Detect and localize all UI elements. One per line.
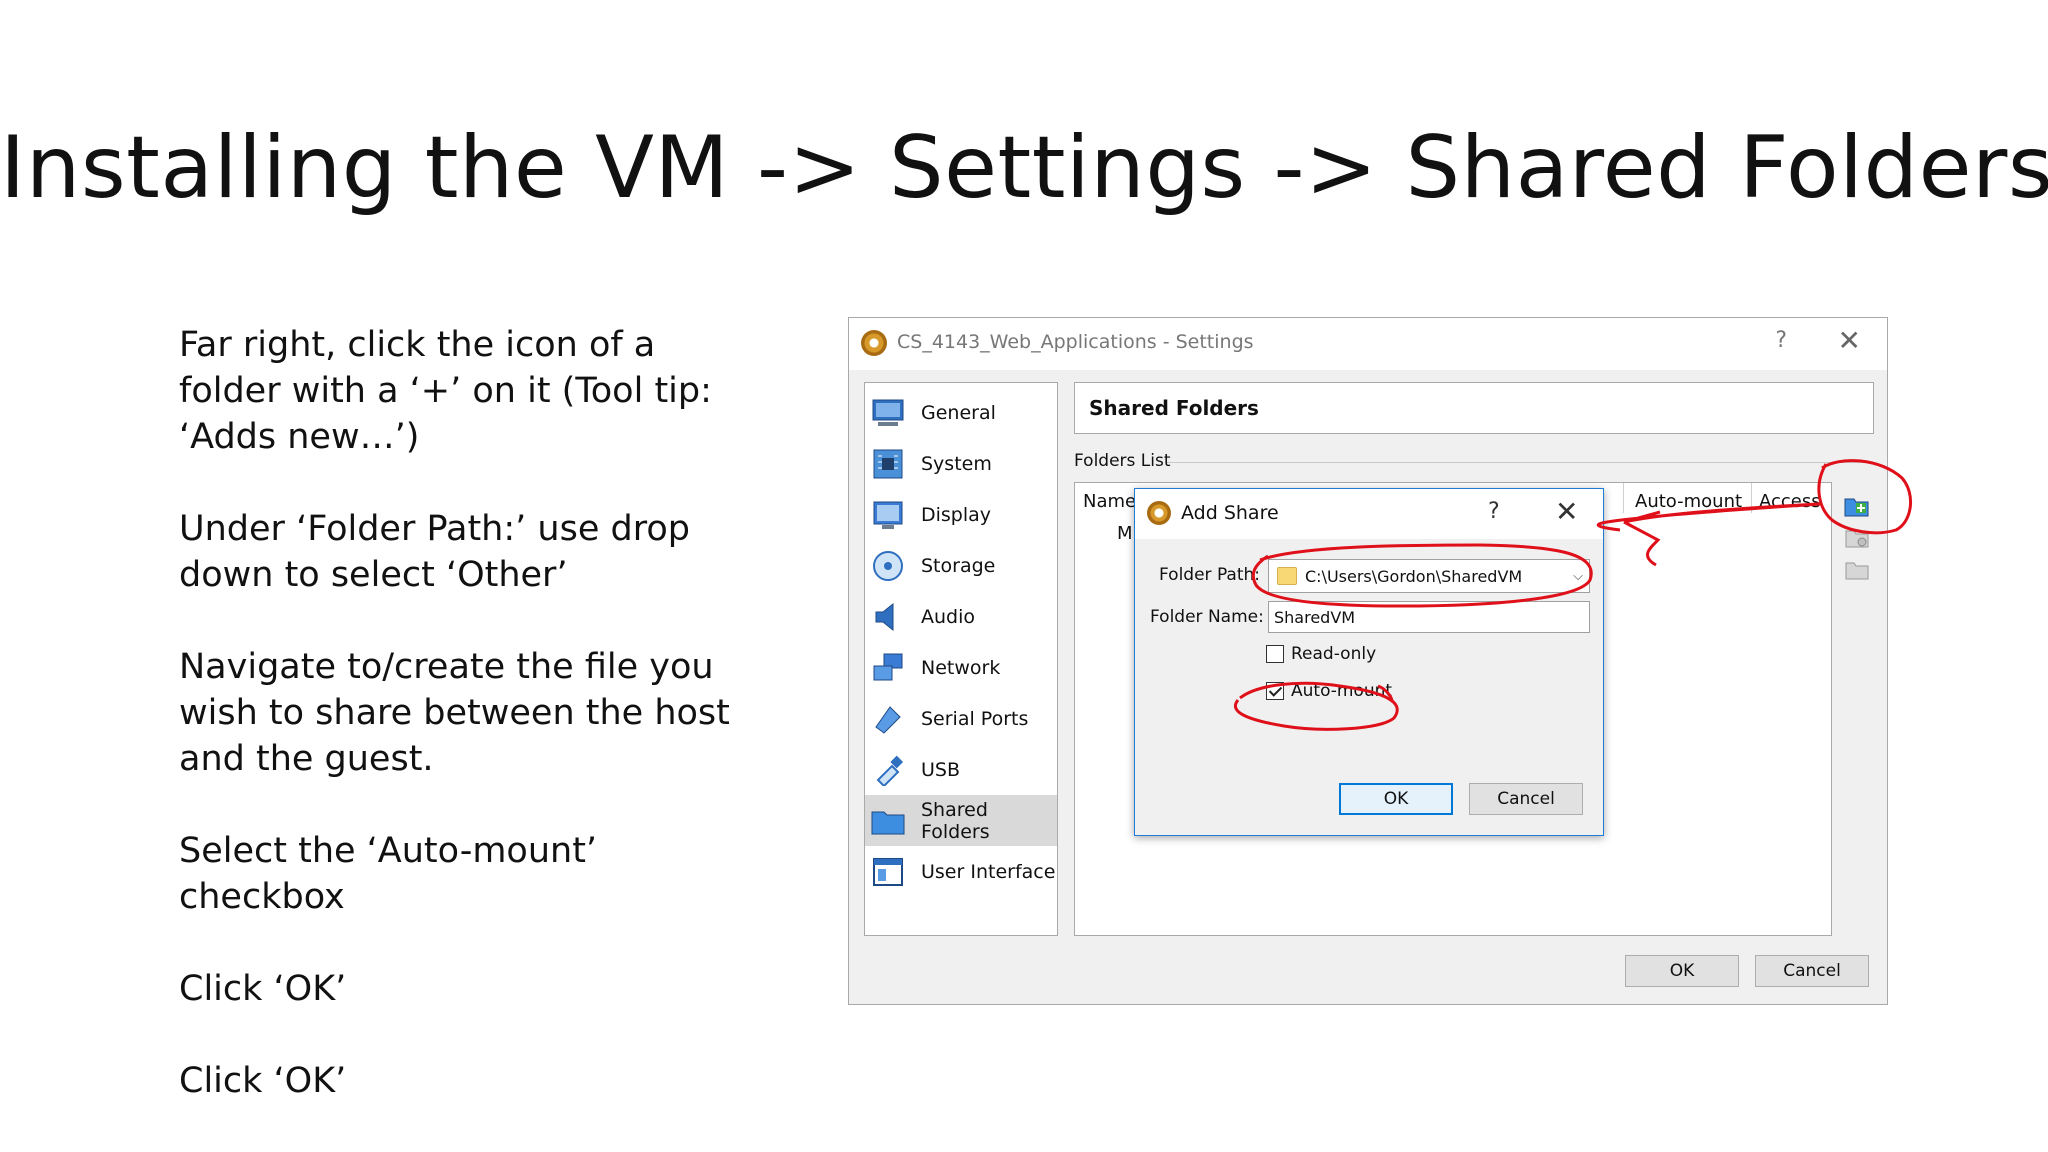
settings-ok-button[interactable]: OK xyxy=(1625,955,1739,987)
nav-item-usb[interactable]: USB xyxy=(865,744,1057,795)
folder-add-icon xyxy=(1844,498,1869,517)
column-header-name[interactable]: Name xyxy=(1083,491,1136,512)
nav-item-general[interactable]: General xyxy=(865,387,1057,438)
folder-icon xyxy=(1277,567,1297,585)
virtualbox-app-icon xyxy=(1147,501,1171,525)
nav-item-storage[interactable]: Storage xyxy=(865,540,1057,591)
settings-titlebar: CS_4143_Web_Applications - Settings ? ✕ xyxy=(849,318,1887,370)
slide-title: Installing the VM -> Settings -> Shared … xyxy=(0,118,2048,218)
settings-nav: General System Display Storage Audio Net… xyxy=(864,382,1058,936)
folder-name-label: Folder Name: xyxy=(1150,607,1264,627)
usb-icon xyxy=(871,753,905,787)
auto-mount-checkbox-box[interactable] xyxy=(1266,682,1284,700)
folder-path-dropdown[interactable]: C:\Users\Gordon\SharedVM ⌵ xyxy=(1268,559,1590,593)
dialog-cancel-button[interactable]: Cancel xyxy=(1469,783,1583,815)
nav-label: System xyxy=(921,452,992,475)
user-interface-icon xyxy=(871,855,905,889)
shared-folders-icon xyxy=(871,804,905,838)
nav-label: Storage xyxy=(921,554,996,577)
dialog-help-button[interactable]: ? xyxy=(1488,499,1500,524)
help-button[interactable]: ? xyxy=(1775,328,1787,353)
audio-icon xyxy=(871,600,905,634)
window-title: CS_4143_Web_Applications - Settings xyxy=(897,331,1254,353)
virtualbox-app-icon xyxy=(861,330,887,356)
instruction-step: Select the ‘Auto-mount’ checkbox xyxy=(179,831,598,917)
instruction-step: Click ‘OK’ xyxy=(179,1061,347,1101)
section-title: Shared Folders xyxy=(1089,396,1259,420)
nav-label: Network xyxy=(921,656,1001,679)
dialog-titlebar: Add Share ? ✕ xyxy=(1135,489,1603,539)
edit-folder-button[interactable] xyxy=(1843,524,1871,552)
nav-item-serial-ports[interactable]: Serial Ports xyxy=(865,693,1057,744)
instruction-step: Click ‘OK’ xyxy=(179,969,347,1009)
nav-label: Serial Ports xyxy=(921,707,1029,730)
folder-toolbar xyxy=(1837,482,1877,602)
folder-name-input[interactable] xyxy=(1268,601,1590,633)
nav-label: Shared Folders xyxy=(921,798,990,843)
nav-label: Audio xyxy=(921,605,976,628)
serial-ports-icon xyxy=(871,702,905,736)
nav-item-audio[interactable]: Audio xyxy=(865,591,1057,642)
instructions-list: Far right, click the icon of a folder wi… xyxy=(179,322,739,1150)
add-share-dialog: Add Share ? ✕ Folder Path: C:\Users\Gord… xyxy=(1134,488,1604,836)
column-separator xyxy=(1623,483,1624,513)
column-separator xyxy=(1751,483,1752,513)
auto-mount-checkbox[interactable]: Auto-mount xyxy=(1266,681,1392,701)
instruction-step: Far right, click the icon of a folder wi… xyxy=(179,325,712,457)
read-only-checkbox-box[interactable] xyxy=(1266,645,1284,663)
nav-label: User Interface xyxy=(921,860,1056,883)
read-only-checkbox[interactable]: Read-only xyxy=(1266,644,1376,664)
folder-edit-icon xyxy=(1845,530,1869,548)
nav-item-network[interactable]: Network xyxy=(865,642,1057,693)
general-icon xyxy=(871,396,905,430)
nav-label: Display xyxy=(921,503,992,526)
chevron-down-icon[interactable]: ⌵ xyxy=(1567,569,1589,584)
network-icon xyxy=(871,651,905,685)
folder-path-label: Folder Path: xyxy=(1159,565,1261,585)
storage-icon xyxy=(871,549,905,583)
divider xyxy=(1167,462,1873,463)
column-header-auto-mount[interactable]: Auto-mount xyxy=(1635,491,1742,512)
section-header: Shared Folders xyxy=(1074,382,1874,434)
auto-mount-label[interactable]: Auto-mount xyxy=(1291,681,1392,701)
close-button[interactable]: ✕ xyxy=(1838,324,1861,357)
nav-item-display[interactable]: Display xyxy=(865,489,1057,540)
nav-item-shared-folders[interactable]: Shared Folders xyxy=(865,795,1057,846)
nav-item-system[interactable]: System xyxy=(865,438,1057,489)
instruction-step: Under ‘Folder Path:’ use drop down to se… xyxy=(179,509,690,595)
instruction-step: Navigate to/create the file you wish to … xyxy=(179,647,730,779)
column-header-access[interactable]: Access xyxy=(1759,491,1821,512)
dialog-close-button[interactable]: ✕ xyxy=(1555,495,1578,528)
settings-cancel-button[interactable]: Cancel xyxy=(1755,955,1869,987)
add-folder-button[interactable] xyxy=(1843,492,1871,520)
table-row-fragment[interactable]: M xyxy=(1117,523,1133,544)
nav-label: General xyxy=(921,401,996,424)
read-only-label[interactable]: Read-only xyxy=(1291,644,1376,664)
system-icon xyxy=(871,447,905,481)
folder-path-value: C:\Users\Gordon\SharedVM xyxy=(1305,566,1523,586)
dialog-title: Add Share xyxy=(1181,502,1279,524)
folder-remove-icon xyxy=(1845,562,1869,580)
folders-list-label: Folders List xyxy=(1074,451,1171,471)
remove-folder-button[interactable] xyxy=(1843,556,1871,584)
nav-label: USB xyxy=(921,758,961,781)
dialog-ok-button[interactable]: OK xyxy=(1339,783,1453,815)
nav-item-user-interface[interactable]: User Interface xyxy=(865,846,1057,897)
display-icon xyxy=(871,498,905,532)
